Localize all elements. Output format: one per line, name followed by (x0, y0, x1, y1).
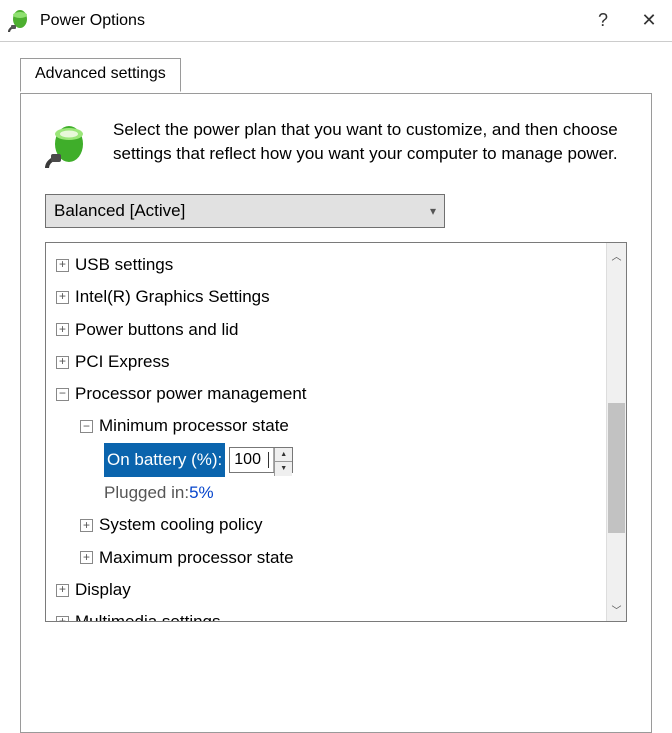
settings-tree[interactable]: + USB settings + Intel(R) Graphics Setting… (46, 243, 606, 621)
power-plan-select[interactable]: Balanced [Active] ▾ (45, 194, 445, 228)
tree-item-pci[interactable]: + PCI Express (52, 346, 606, 378)
power-plan-selected: Balanced [Active] (54, 201, 185, 221)
tree-label: USB settings (75, 249, 173, 281)
expand-icon[interactable]: + (56, 356, 69, 369)
tree-value-plugged-in[interactable]: Plugged in: 5% (52, 477, 606, 509)
spin-up-icon[interactable]: ▲ (274, 448, 292, 461)
tree-label: Multimedia settings (75, 606, 221, 621)
intro-text: Select the power plan that you want to c… (113, 118, 627, 170)
expand-icon[interactable]: + (56, 259, 69, 272)
tree-label: Minimum processor state (99, 410, 289, 442)
scroll-down-icon[interactable]: ﹀ (607, 599, 626, 619)
close-button[interactable]: ✕ (626, 0, 672, 42)
plugged-in-value[interactable]: 5% (189, 477, 214, 509)
tree-item-usb[interactable]: + USB settings (52, 249, 606, 281)
tree-item-cooling[interactable]: + System cooling policy (52, 509, 606, 541)
power-battery-icon (45, 122, 93, 170)
tab-advanced-settings[interactable]: Advanced settings (20, 58, 181, 92)
chevron-down-icon: ▾ (430, 204, 436, 218)
help-button[interactable]: ? (580, 0, 626, 42)
tree-item-power-buttons[interactable]: + Power buttons and lid (52, 314, 606, 346)
scroll-thumb[interactable] (608, 403, 625, 533)
tree-label: System cooling policy (99, 509, 262, 541)
collapse-icon[interactable]: − (80, 420, 93, 433)
window-title: Power Options (40, 12, 580, 30)
plugged-in-label: Plugged in: (104, 477, 189, 509)
tree-item-max-state[interactable]: + Maximum processor state (52, 542, 606, 574)
expand-icon[interactable]: + (56, 291, 69, 304)
tree-scrollbar[interactable]: ︿ ﹀ (606, 243, 626, 621)
expand-icon[interactable]: + (80, 551, 93, 564)
tree-label: Power buttons and lid (75, 314, 239, 346)
power-plug-icon (8, 9, 32, 33)
tab-page: Select the power plan that you want to c… (20, 93, 652, 733)
tree-label: Processor power management (75, 378, 307, 410)
tree-item-graphics[interactable]: + Intel(R) Graphics Settings (52, 281, 606, 313)
collapse-icon[interactable]: − (56, 388, 69, 401)
expand-icon[interactable]: + (56, 616, 69, 621)
tree-label: Intel(R) Graphics Settings (75, 281, 270, 313)
settings-tree-container: + USB settings + Intel(R) Graphics Setting… (45, 242, 627, 622)
tree-item-min-state[interactable]: −Minimum processor state (52, 410, 606, 442)
on-battery-value[interactable]: 100 (230, 448, 274, 472)
tree-value-on-battery[interactable]: On battery (%): 100 ▲ ▼ (52, 443, 606, 477)
tree-item-processor[interactable]: −Processor power management (52, 378, 606, 410)
tree-item-display[interactable]: + Display (52, 574, 606, 606)
on-battery-label: On battery (%): (104, 443, 225, 477)
tree-label: Display (75, 574, 131, 606)
expand-icon[interactable]: + (56, 584, 69, 597)
spin-down-icon[interactable]: ▼ (274, 461, 292, 475)
scroll-up-icon[interactable]: ︿ (607, 245, 626, 265)
expand-icon[interactable]: + (56, 323, 69, 336)
tree-label: Maximum processor state (99, 542, 294, 574)
tree-label: PCI Express (75, 346, 169, 378)
title-bar: Power Options ? ✕ (0, 0, 672, 42)
on-battery-spinner[interactable]: 100 ▲ ▼ (229, 447, 293, 473)
tree-item-multimedia[interactable]: + Multimedia settings (52, 606, 606, 621)
expand-icon[interactable]: + (80, 519, 93, 532)
